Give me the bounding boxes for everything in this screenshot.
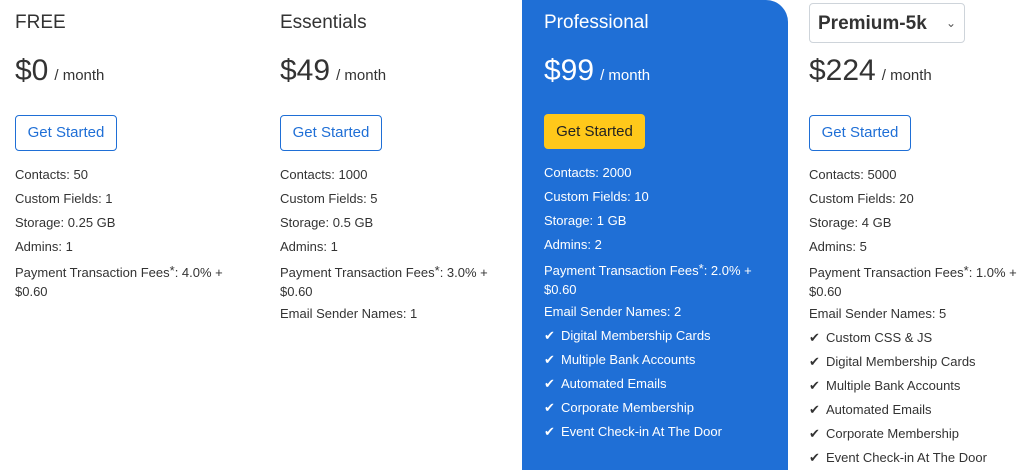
price-period: / month [54,67,105,84]
plan-price: $49 / month [280,54,386,88]
feature-list: Contacts: 50 Custom Fields: 1 Storage: 0… [15,163,230,302]
fees-footnote-star: * [698,261,704,276]
plan-price: $99 / month [544,54,650,88]
feature-custom-fields: Custom Fields: 5 [280,191,378,206]
feature-admins: Admins: 1 [15,239,73,254]
fees-label: Payment Transaction Fees [15,265,170,280]
feature-admins: Admins: 5 [809,239,867,254]
feature-transaction-fees: Payment Transaction Fees*: 4.0% + $0.60 [15,263,230,301]
fees-footnote-star: * [434,263,440,278]
feature-check-label: Automated Emails [561,376,667,391]
feature-list: Contacts: 1000 Custom Fields: 5 Storage:… [280,163,495,326]
get-started-button[interactable]: Get Started [15,115,117,151]
check-icon: ✔ [544,376,555,391]
feature-admins: Admins: 1 [280,239,338,254]
feature-check-label: Automated Emails [826,402,932,417]
price-period: / month [881,67,932,84]
plan-price: $0 / month [15,54,104,88]
fees-label: Payment Transaction Fees [280,265,435,280]
feature-check-item: ✔ Digital Membership Cards [544,324,764,348]
price-amount: $49 [280,54,331,87]
check-icon: ✔ [544,424,555,439]
feature-check-item: ✔ Event Check-in At The Door [544,420,764,444]
feature-transaction-fees: Payment Transaction Fees*: 3.0% + $0.60 [280,263,495,301]
plan-tier-selected: Premium-5k [818,13,927,34]
check-icon: ✔ [809,402,820,417]
feature-storage: Storage: 1 GB [544,213,627,228]
feature-check-label: Multiple Bank Accounts [826,378,961,393]
feature-contacts: Contacts: 2000 [544,165,632,180]
check-icon: ✔ [809,330,820,345]
check-icon: ✔ [544,352,555,367]
feature-check-item: ✔ Custom CSS & JS [809,326,1021,350]
feature-check-label: Corporate Membership [561,400,694,415]
fees-footnote-star: * [169,263,175,278]
chevron-down-icon: ⌄ [945,16,956,30]
plan-price: $224 / month [809,54,932,88]
feature-contacts: Contacts: 1000 [280,167,368,182]
feature-check-item: ✔ Multiple Bank Accounts [544,348,764,372]
price-amount: $224 [809,54,876,87]
feature-custom-fields: Custom Fields: 1 [15,191,113,206]
feature-storage: Storage: 0.5 GB [280,215,374,230]
feature-check-item: ✔ Automated Emails [809,398,1021,422]
feature-transaction-fees: Payment Transaction Fees*: 1.0% + $0.60 [809,263,1021,301]
price-period: / month [336,67,387,84]
get-started-button[interactable]: Get Started [280,115,382,151]
plan-card-essentials: Essentials $49 / month Get Started Contac… [265,0,522,470]
feature-sender-names: Email Sender Names: 2 [544,304,682,319]
fees-label: Payment Transaction Fees [809,265,964,280]
check-icon: ✔ [809,450,820,465]
feature-check-label: Digital Membership Cards [561,328,711,343]
plan-tier-select[interactable]: Premium-5k ⌄ [809,3,965,43]
check-icon: ✔ [809,426,820,441]
feature-storage: Storage: 4 GB [809,215,892,230]
plan-card-premium: Premium-5k ⌄ $224 / month Get Started Con… [788,0,1024,470]
feature-check-label: Event Check-in At The Door [826,450,987,465]
feature-check-item: ✔ Automated Emails [544,372,764,396]
price-amount: $99 [544,54,595,87]
check-icon: ✔ [809,354,820,369]
fees-label: Payment Transaction Fees [544,263,699,278]
feature-admins: Admins: 2 [544,237,602,252]
price-period: / month [600,67,651,84]
feature-check-item: ✔ Digital Membership Cards [809,350,1021,374]
feature-custom-fields: Custom Fields: 10 [544,189,649,204]
feature-sender-names: Email Sender Names: 5 [809,306,947,321]
feature-contacts: Contacts: 50 [15,167,88,182]
plan-name: Essentials [280,12,367,33]
get-started-button[interactable]: Get Started [544,114,645,149]
feature-check-label: Event Check-in At The Door [561,424,722,439]
feature-check-label: Multiple Bank Accounts [561,352,696,367]
price-amount: $0 [15,54,49,87]
fees-footnote-star: * [963,263,969,278]
feature-check-label: Corporate Membership [826,426,959,441]
feature-check-item: ✔ Event Check-in At The Door [809,446,1021,470]
check-icon: ✔ [544,400,555,415]
plan-name: Professional [544,12,649,33]
plan-name: FREE [15,12,66,33]
feature-check-item: ✔ Multiple Bank Accounts [809,374,1021,398]
feature-transaction-fees: Payment Transaction Fees*: 2.0% + $0.60 [544,261,764,299]
feature-check-item: ✔ Corporate Membership [809,422,1021,446]
get-started-button[interactable]: Get Started [809,115,911,151]
feature-sender-names: Email Sender Names: 1 [280,306,418,321]
check-icon: ✔ [544,328,555,343]
plan-card-free: FREE $0 / month Get Started Contacts: 50 … [0,0,265,470]
check-icon: ✔ [809,378,820,393]
plan-card-professional: Professional $99 / month Get Started Cont… [522,0,788,470]
feature-contacts: Contacts: 5000 [809,167,897,182]
feature-custom-fields: Custom Fields: 20 [809,191,914,206]
feature-check-label: Custom CSS & JS [826,330,933,345]
feature-list: Contacts: 2000 Custom Fields: 10 Storage… [544,161,764,444]
feature-check-label: Digital Membership Cards [826,354,976,369]
feature-list: Contacts: 5000 Custom Fields: 20 Storage… [809,163,1021,470]
feature-storage: Storage: 0.25 GB [15,215,116,230]
feature-check-item: ✔ Corporate Membership [544,396,764,420]
